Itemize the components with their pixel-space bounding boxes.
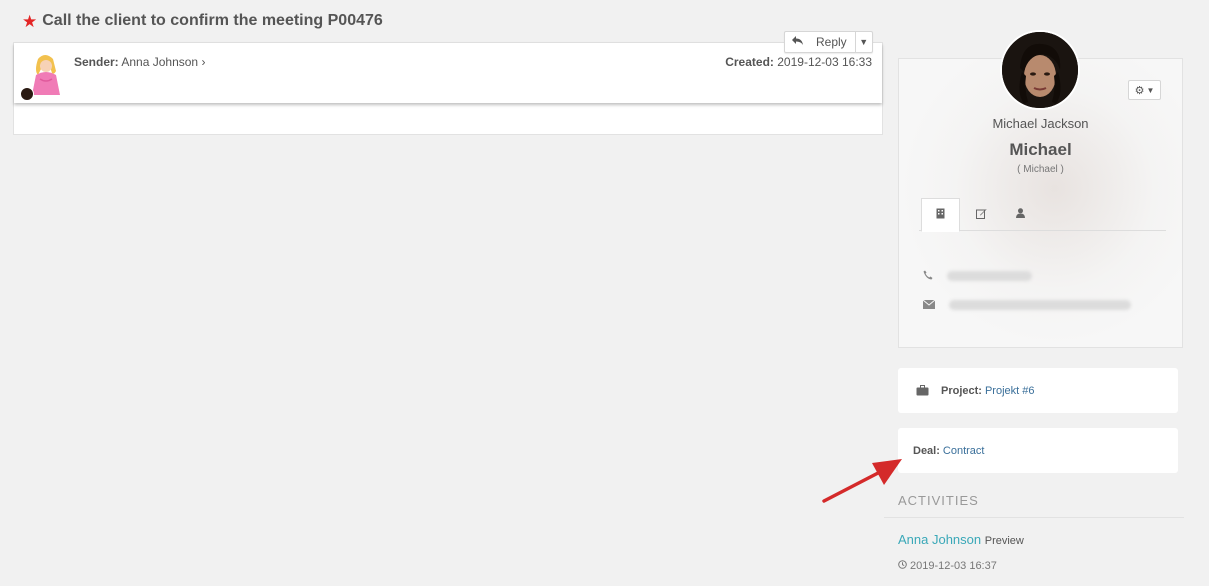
edit-icon: [976, 208, 987, 222]
reply-button[interactable]: Reply: [785, 32, 856, 52]
caret-down-icon: ▼: [1146, 85, 1155, 95]
user-icon: [1016, 208, 1025, 221]
star-icon[interactable]: ★: [22, 13, 37, 30]
reply-button-group: Reply ▼: [784, 31, 873, 53]
chevron-right-icon[interactable]: ›: [201, 55, 205, 69]
email-value-redacted: [949, 300, 1131, 310]
created-info: Created: 2019-12-03 16:33: [725, 55, 872, 69]
project-link[interactable]: Projekt #6: [985, 385, 1035, 397]
activity-action: Preview: [984, 535, 1024, 547]
project-label: Project:: [941, 384, 982, 397]
profile-nickname-sub: ( Michael ): [1017, 164, 1064, 175]
envelope-icon: [922, 296, 936, 314]
sender-name-link[interactable]: Anna Johnson: [121, 55, 198, 69]
deal-box: Deal: Contract: [898, 428, 1178, 473]
activity-time: 2019-12-03 16:37: [898, 560, 997, 572]
deal-label: Deal:: [913, 444, 940, 457]
phone-value-redacted: [947, 271, 1032, 281]
annotation-arrow: [822, 459, 902, 503]
sender-label: Sender:: [74, 55, 119, 69]
created-value: 2019-12-03 16:33: [777, 55, 872, 69]
reply-dropdown-toggle[interactable]: ▼: [856, 32, 872, 52]
activity-user-link[interactable]: Anna Johnson: [898, 532, 981, 547]
activity-item: Anna Johnson Preview: [898, 532, 1024, 547]
briefcase-icon: [916, 385, 929, 396]
tab-notes[interactable]: [962, 198, 1001, 231]
gear-icon: ⚙: [1134, 84, 1145, 97]
mini-avatar: [20, 87, 34, 101]
message-header: Sender: Anna Johnson › Created: 2019-12-…: [14, 43, 882, 103]
tab-company[interactable]: [921, 198, 960, 232]
contact-phone-row: [923, 267, 1032, 285]
reply-icon: [791, 35, 804, 49]
caret-down-icon: ▼: [859, 37, 869, 47]
page-title: ★ Call the client to confirm the meeting…: [22, 12, 383, 30]
profile-avatar: [1000, 30, 1080, 110]
deal-link[interactable]: Contract: [943, 445, 985, 457]
profile-full-name: Michael Jackson: [992, 116, 1089, 131]
page-title-text: Call the client to confirm the meeting P…: [42, 12, 383, 29]
sender-info: Sender: Anna Johnson ›: [74, 55, 205, 69]
reply-label: Reply: [816, 35, 847, 49]
activity-time-value: 2019-12-03 16:37: [910, 560, 997, 572]
created-label: Created:: [725, 55, 774, 69]
clock-icon: [898, 560, 907, 572]
project-box: Project: Projekt #6: [898, 368, 1178, 413]
message-card: Sender: Anna Johnson › Created: 2019-12-…: [13, 42, 883, 135]
profile-nickname: Michael: [1009, 140, 1072, 159]
tab-person[interactable]: [1001, 198, 1040, 231]
building-icon: [936, 208, 945, 222]
phone-icon: [923, 267, 933, 285]
activities-heading: ACTIVITIES: [898, 493, 979, 508]
profile-tabs: [919, 198, 1166, 232]
contact-email-row: [922, 296, 1131, 314]
settings-dropdown-button[interactable]: ⚙ ▼: [1128, 80, 1161, 100]
activities-divider: [884, 517, 1184, 518]
